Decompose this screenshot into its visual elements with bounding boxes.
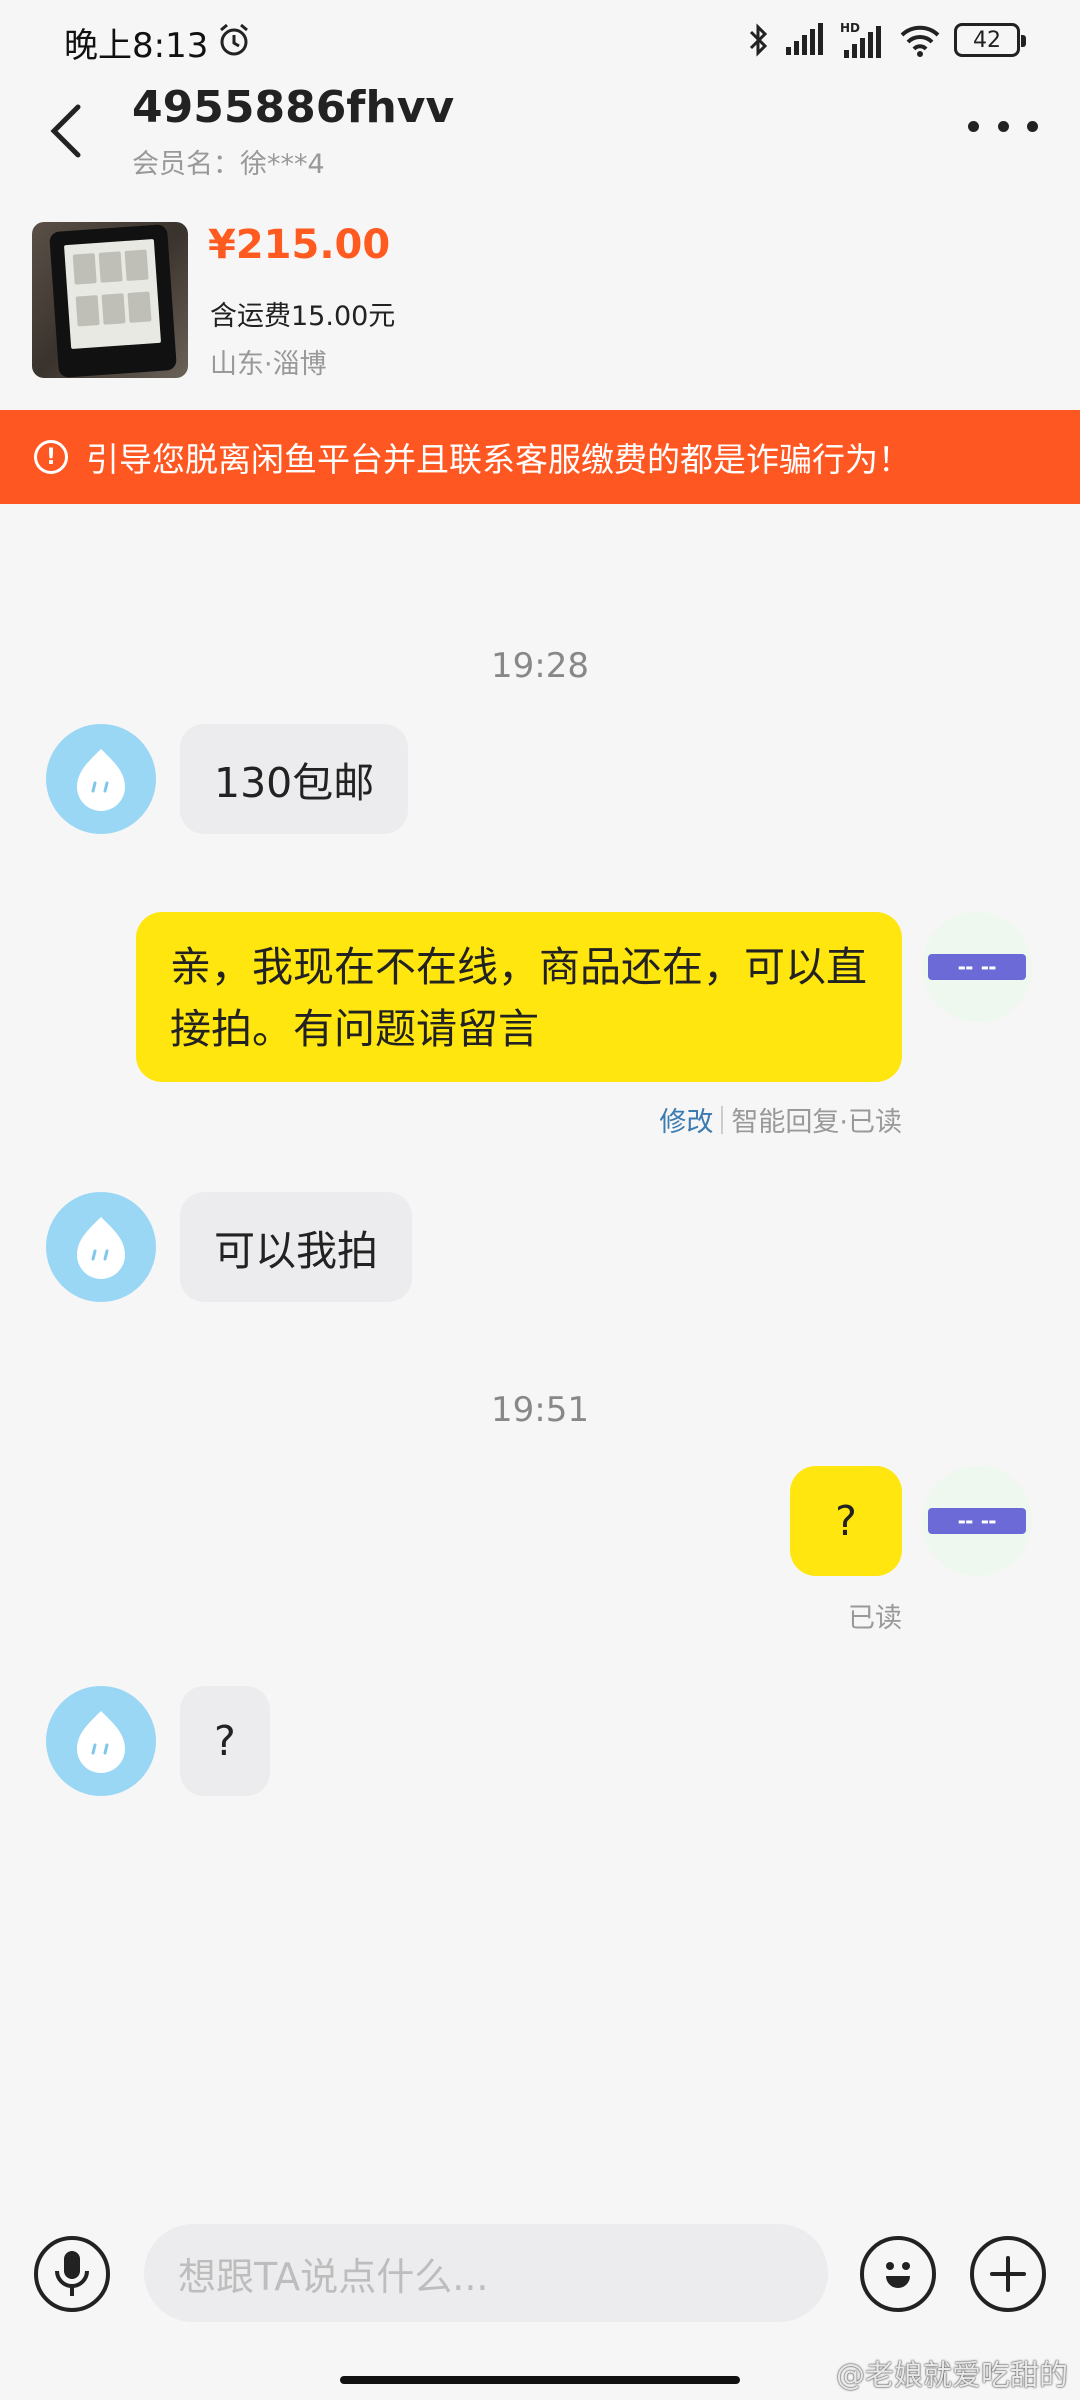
more-actions-button[interactable]: [970, 2236, 1046, 2312]
bluetooth-icon: [749, 23, 768, 57]
battery-indicator: 42: [954, 23, 1026, 57]
avatar[interactable]: [46, 1192, 156, 1302]
product-price: ¥215.00: [208, 222, 391, 268]
chevron-left-icon: [50, 104, 81, 158]
more-dot-icon: [1027, 120, 1038, 132]
more-dot-icon: [997, 120, 1009, 132]
message-bubble[interactable]: ?: [180, 1686, 270, 1796]
avatar[interactable]: ▬▬ ▬▬: [922, 1466, 1032, 1576]
status-time: 晚上8:13: [64, 26, 209, 66]
product-location: 山东·淄博: [210, 349, 327, 380]
status-icons: HD 42: [748, 18, 1026, 62]
avatar[interactable]: ▬▬ ▬▬: [922, 912, 1032, 1022]
message-status: 智能回复·已读: [731, 1107, 902, 1138]
microphone-icon: [55, 2251, 89, 2296]
edit-link[interactable]: 修改: [659, 1100, 713, 1139]
watermark: @老娘就爱吃甜的: [835, 2358, 1068, 2392]
message-meta: 修改 智能回复·已读: [659, 1100, 902, 1139]
page-title: 4955886fhvv: [132, 82, 455, 133]
wifi-icon: [900, 25, 940, 57]
avatar[interactable]: [46, 1686, 156, 1796]
signal-hd-icon: HD: [840, 21, 881, 58]
mini-card-icon: ▬▬ ▬▬: [928, 1508, 1026, 1534]
message-bubble[interactable]: 亲，我现在不在线，商品还在，可以直接拍。有问题请留言: [136, 912, 902, 1082]
message-bubble[interactable]: 130包邮: [180, 724, 409, 834]
product-shipping: 含运费15.00元: [210, 301, 396, 332]
alert-icon: !: [34, 440, 68, 474]
signal-icon: [786, 23, 823, 55]
fish-mascot-icon: [77, 1217, 125, 1279]
fraud-warning-banner: ! 引导您脱离闲鱼平台并且联系客服缴费的都是诈骗行为！: [0, 410, 1080, 504]
smiley-icon: [886, 2262, 910, 2288]
plus-icon: [990, 2256, 1026, 2292]
message-status: 已读: [848, 1603, 902, 1634]
battery-level: 42: [973, 27, 1001, 53]
ereader-picture: [49, 224, 177, 378]
warning-text: 引导您脱离闲鱼平台并且联系客服缴费的都是诈骗行为！: [86, 440, 911, 479]
back-button[interactable]: [40, 96, 90, 166]
timestamp: 19:28: [491, 646, 589, 686]
more-options-button[interactable]: [968, 106, 1038, 146]
timestamp: 19:51: [491, 1390, 589, 1430]
voice-button[interactable]: [34, 2236, 110, 2312]
divider: [721, 1105, 724, 1134]
svg-text:HD: HD: [840, 21, 860, 35]
member-name: 会员名：徐***4: [132, 149, 325, 180]
message-bubble[interactable]: ?: [790, 1466, 902, 1576]
message-input[interactable]: 想跟TA说点什么...: [144, 2224, 828, 2322]
fish-mascot-icon: [77, 1711, 125, 1773]
mini-card-icon: ▬▬ ▬▬: [928, 954, 1026, 980]
emoji-button[interactable]: [860, 2236, 936, 2312]
home-indicator: [340, 2376, 740, 2384]
product-image[interactable]: [32, 222, 188, 378]
fish-mascot-icon: [77, 749, 125, 811]
message-bubble[interactable]: 可以我拍: [180, 1192, 412, 1302]
more-dot-icon: [968, 120, 979, 132]
alarm-icon: [220, 23, 248, 56]
avatar[interactable]: [46, 724, 156, 834]
